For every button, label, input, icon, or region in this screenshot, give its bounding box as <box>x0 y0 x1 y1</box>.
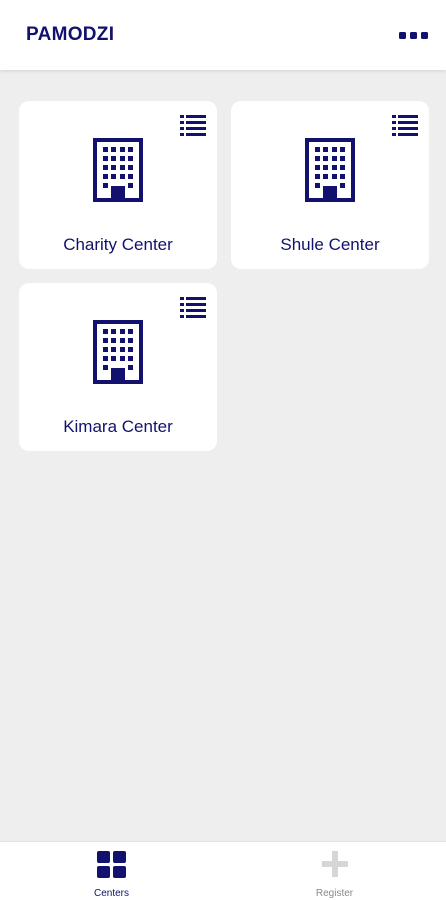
building-icon <box>93 320 143 384</box>
bottom-navigation: Centers Register <box>0 841 446 900</box>
center-card[interactable]: Kimara Center <box>19 283 217 451</box>
building-icon <box>305 138 355 202</box>
centers-grid: Charity Center Shule Center Kimara Cente… <box>19 101 429 451</box>
center-card[interactable]: Shule Center <box>231 101 429 269</box>
center-card[interactable]: Charity Center <box>19 101 217 269</box>
list-icon[interactable] <box>392 114 418 136</box>
grid-icon <box>96 851 126 878</box>
more-dot <box>399 31 406 39</box>
app-header: PAMODZI <box>0 0 446 70</box>
app-title: PAMODZI <box>26 24 115 45</box>
center-name: Charity Center <box>63 235 173 254</box>
list-icon[interactable] <box>180 296 206 318</box>
list-icon[interactable] <box>180 114 206 136</box>
more-dot <box>421 31 428 39</box>
building-icon <box>93 138 143 202</box>
nav-label: Centers <box>93 888 129 899</box>
plus-icon <box>321 851 348 877</box>
nav-item-register[interactable]: Register <box>223 842 446 900</box>
app-screen: PAMODZI Charity Center Shule Center Kima… <box>0 0 446 900</box>
center-name: Kimara Center <box>63 417 173 436</box>
nav-item-centers[interactable]: Centers <box>0 842 223 900</box>
more-dot <box>410 31 417 39</box>
center-name: Shule Center <box>280 235 380 254</box>
nav-label: Register <box>315 888 354 899</box>
more-menu-button[interactable] <box>393 26 428 45</box>
